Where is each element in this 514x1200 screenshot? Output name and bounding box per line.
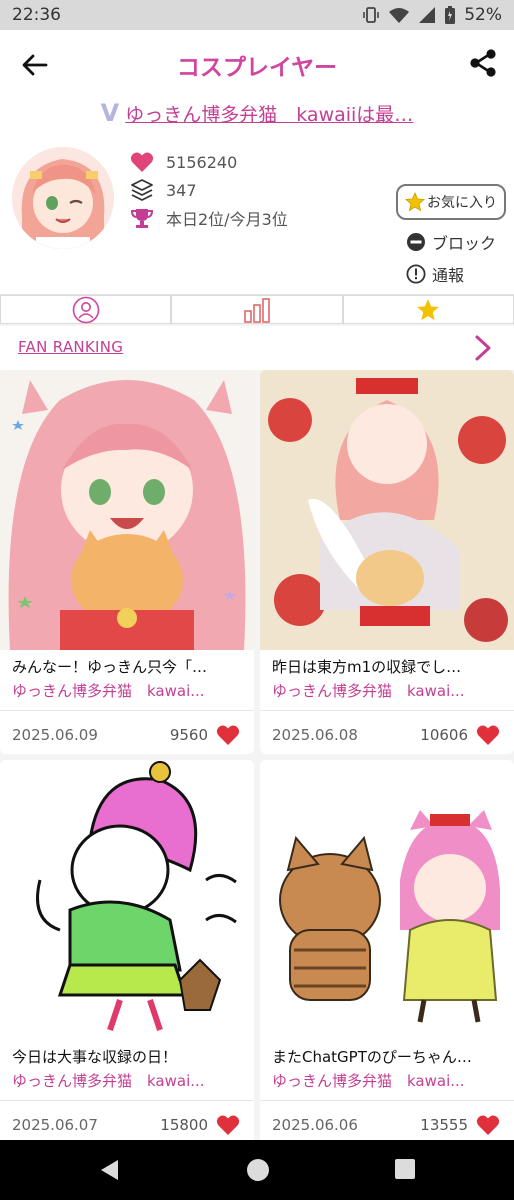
heart-icon — [130, 152, 154, 172]
post-card[interactable]: 昨日は東方m1の収録でし… ゆっきん博多弁猫 kawai... 2025.06.… — [260, 370, 514, 754]
tab-ranking[interactable] — [171, 295, 343, 324]
nav-back-icon[interactable] — [98, 1158, 120, 1182]
page-title: コスプレイヤー — [176, 55, 338, 81]
system-nav-bar — [0, 1140, 514, 1200]
card-divider — [0, 710, 254, 711]
tab-favorites[interactable] — [342, 295, 514, 324]
heart-icon[interactable] — [216, 1114, 240, 1136]
post-title: みんなー！ゆっきん只今「… — [12, 658, 208, 676]
favorite-label: お気に入り — [427, 195, 497, 211]
verified-badge: V — [100, 99, 120, 127]
posts-stat: 347 — [130, 176, 288, 204]
post-card[interactable]: みんなー！ゆっきん只今「… ゆっきん博多弁猫 kawai... 2025.06.… — [0, 370, 254, 754]
rank-stat: 本日2位/今月3位 — [130, 204, 288, 232]
profile-name-link[interactable]: ゆっきん博多弁猫 kawaiiは最… — [125, 100, 413, 127]
avatar — [12, 147, 114, 249]
card-divider — [260, 710, 514, 711]
rank-text: 本日2位/今月3位 — [166, 210, 288, 229]
favorite-button[interactable]: お気に入り — [396, 184, 506, 220]
post-likes: 15800 — [160, 1116, 208, 1134]
post-likes: 9560 — [169, 726, 208, 744]
battery-level: 52% — [464, 5, 502, 25]
alert-icon — [406, 264, 426, 284]
chevron-right-icon — [475, 335, 491, 361]
post-card[interactable]: またChatGPTのぴーちゃん… ゆっきん博多弁猫 kawai... 2025.… — [260, 760, 514, 1144]
report-label: 通報 — [432, 266, 465, 285]
trophy-icon — [130, 209, 154, 228]
wifi-icon — [389, 8, 410, 23]
share-icon — [470, 49, 496, 77]
post-title: 昨日は東方m1の収録でし… — [272, 658, 462, 676]
vibrate-icon — [363, 7, 380, 23]
profile-name-row: V ゆっきん博多弁猫 kawaiiは最… — [0, 98, 514, 128]
report-button[interactable]: 通報 — [396, 258, 508, 290]
layers-icon — [131, 179, 153, 201]
heart-icon[interactable] — [476, 724, 500, 746]
block-icon — [407, 233, 425, 251]
profile-actions: お気に入り ブロック 通報 — [396, 184, 508, 290]
bar-chart-icon — [244, 297, 270, 323]
status-bar: 22:36 52% — [0, 0, 514, 30]
post-likes: 13555 — [420, 1116, 468, 1134]
post-image[interactable] — [0, 370, 254, 650]
post-title: またChatGPTのぴーちゃん… — [272, 1048, 472, 1066]
post-date: 2025.06.09 — [12, 726, 98, 744]
nav-recents-icon[interactable] — [394, 1158, 416, 1180]
signal-icon — [419, 7, 436, 23]
block-button[interactable]: ブロック — [396, 226, 508, 258]
block-label: ブロック — [432, 234, 497, 253]
profile-section: V ゆっきん博多弁猫 kawaiiは最… 5156240 347 本日2位/今月… — [0, 98, 514, 294]
post-title: 今日は大事な収録の日！ — [12, 1048, 178, 1066]
star-icon — [417, 298, 440, 320]
post-date: 2025.06.07 — [12, 1116, 98, 1134]
heart-icon[interactable] — [216, 724, 240, 746]
post-image[interactable] — [0, 760, 254, 1040]
person-icon — [72, 296, 99, 323]
post-date: 2025.06.08 — [272, 726, 358, 744]
share-button[interactable] — [466, 46, 500, 80]
fan-ranking-row[interactable]: FAN RANKING — [0, 326, 514, 370]
post-date: 2025.06.06 — [272, 1116, 358, 1134]
nav-home-icon[interactable] — [246, 1158, 270, 1182]
tab-profile[interactable] — [0, 295, 172, 324]
post-author[interactable]: ゆっきん博多弁猫 kawai... — [272, 680, 504, 701]
heart-icon[interactable] — [476, 1114, 500, 1136]
post-author[interactable]: ゆっきん博多弁猫 kawai... — [12, 1070, 244, 1091]
star-icon — [405, 192, 425, 212]
card-divider — [0, 1100, 254, 1101]
card-divider — [260, 1100, 514, 1101]
post-card[interactable]: 今日は大事な収録の日！ ゆっきん博多弁猫 kawai... 2025.06.07… — [0, 760, 254, 1144]
post-image[interactable] — [260, 370, 514, 650]
fan-ranking-link[interactable]: FAN RANKING — [18, 338, 123, 356]
profile-tabs — [0, 294, 514, 324]
post-author[interactable]: ゆっきん博多弁猫 kawai... — [272, 1070, 504, 1091]
post-author[interactable]: ゆっきん博多弁猫 kawai... — [12, 680, 244, 701]
battery-icon — [445, 6, 456, 24]
status-time: 22:36 — [12, 5, 61, 25]
likes-stat: 5156240 — [130, 148, 288, 176]
posts-count: 347 — [166, 180, 197, 200]
profile-stats: 5156240 347 本日2位/今月3位 — [130, 148, 288, 232]
post-likes: 10606 — [420, 726, 468, 744]
post-image[interactable] — [260, 760, 514, 1040]
app-header: コスプレイヤー — [0, 30, 514, 98]
likes-count: 5156240 — [166, 152, 238, 172]
